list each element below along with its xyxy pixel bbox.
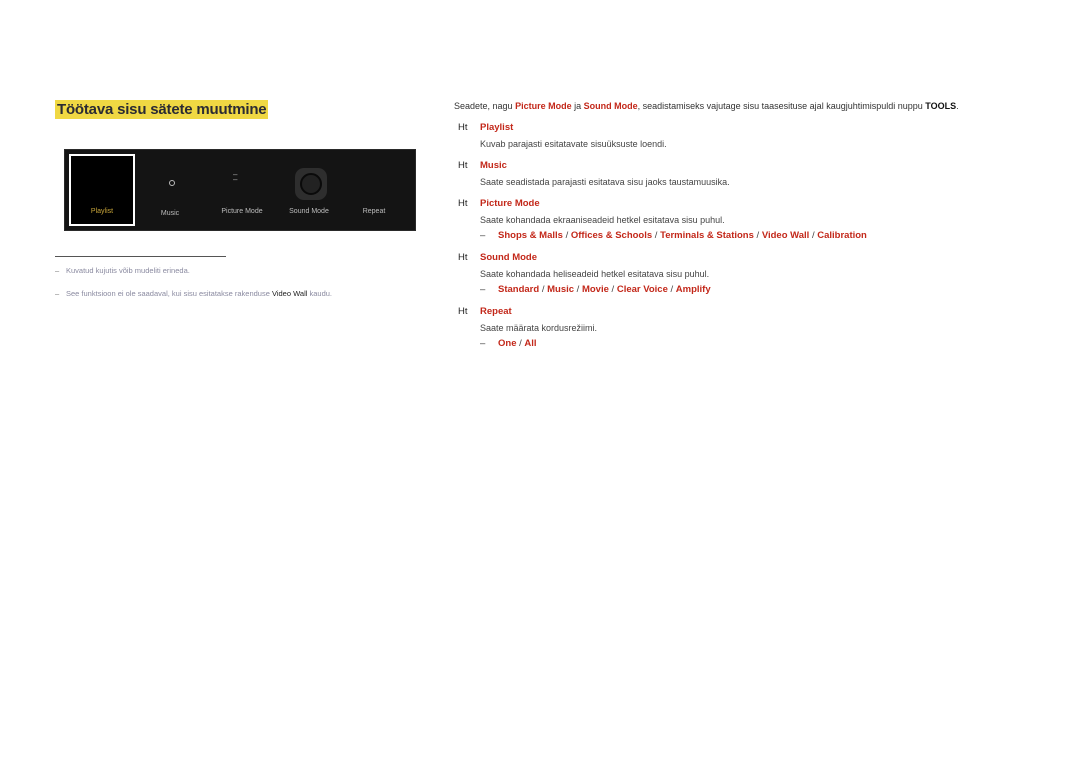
section-title: Ht Music [458,160,507,171]
section-title-text: Repeat [480,306,512,317]
footnote-divider [55,256,226,257]
option-list: – Shops & Malls / Offices & Schools / Ter… [480,230,867,241]
menu-item-picture-mode[interactable]: Picture Mode [207,208,277,215]
section-title-text: Sound Mode [480,252,537,263]
section-title-text: Picture Mode [480,198,540,209]
section-title-text: Music [480,160,507,171]
bullet-marker: Ht [458,198,468,209]
option-item: Terminals & Stations [660,230,754,241]
page-title: Töötava sisu sätete muutmine [55,100,269,119]
option-list: – Standard / Music / Movie / Clear Voice … [480,284,711,295]
option-item: Music [547,284,575,295]
section-title: Ht Sound Mode [458,252,537,263]
option-item: One [498,338,517,349]
option-item: Calibration [817,230,867,241]
menu-item-music[interactable]: Music [135,210,205,217]
section-description: Saate seadistada parajasti esitatava sis… [480,177,730,187]
option-list: – One / All [480,338,537,349]
bullet-marker: Ht [458,306,468,317]
option-item: Amplify [675,284,711,295]
section-description: Saate kohandada heliseadeid hetkel esita… [480,269,710,279]
intro-paragraph: Seadete, nagu Picture Mode ja Sound Mode… [454,101,959,111]
section-title-text: Playlist [480,122,514,133]
menu-item-sound-mode[interactable]: Sound Mode [274,208,344,215]
option-item: Clear Voice [616,284,668,295]
option-item: Offices & Schools [570,230,653,241]
section-title: Ht Playlist [458,122,513,133]
option-item: All [524,338,537,349]
footnote: – See funktsioon ei ole saadaval, kui sis… [55,289,333,298]
section-description: Saate kohandada ekraaniseadeid hetkel es… [480,215,725,225]
picture-mode-icon: – – [233,170,238,184]
sound-mode-knob-icon [295,168,327,200]
tools-menu-panel: Playlist Music – – Picture Mode Sound Mod… [64,149,416,231]
section-description: Kuvab parajasti esitatavate sisuüksuste … [480,139,667,149]
section-description: Saate määrata kordusrežiimi. [480,323,598,333]
footnote: – Kuvatud kujutis võib mudeliti erineda. [55,266,190,275]
menu-item-label: Playlist [90,208,114,215]
bullet-marker: Ht [458,252,468,263]
bullet-marker: Ht [458,122,468,133]
music-icon [169,180,175,186]
section-title: Ht Repeat [458,306,512,317]
option-item: Shops & Malls [498,230,563,241]
option-item: Movie [581,284,609,295]
section-title: Ht Picture Mode [458,198,540,209]
option-item: Standard [498,284,540,295]
bullet-marker: Ht [458,160,468,171]
menu-item-repeat[interactable]: Repeat [339,208,409,215]
menu-item-playlist[interactable]: Playlist [69,154,135,226]
option-item: Video Wall [761,230,810,241]
